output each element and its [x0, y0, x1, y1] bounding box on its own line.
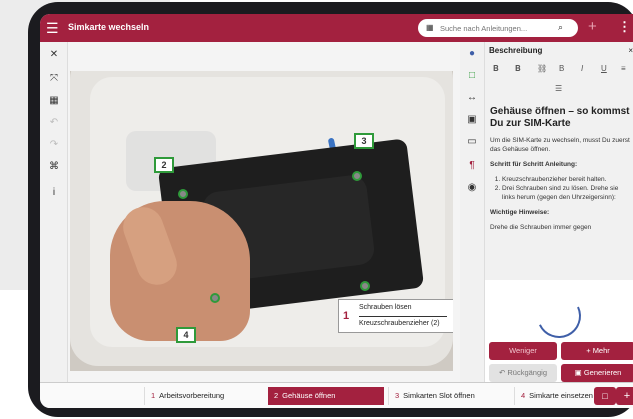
close-icon[interactable]: ✕	[40, 44, 68, 66]
screw-marker[interactable]	[352, 171, 362, 181]
more-options-icon[interactable]: ⋮	[618, 19, 631, 35]
step-tab-number: 4	[521, 391, 526, 400]
more-button[interactable]: + Mehr	[561, 342, 633, 360]
description-content[interactable]: Gehäuse öffnen – so kommst Du zur SIM-Ka…	[485, 100, 633, 280]
screw-marker[interactable]	[360, 281, 370, 291]
underline-icon[interactable]: U	[601, 64, 607, 73]
format-toolbar: 𝐁 𝐁 ⛓ B I U ≡ ☰	[485, 60, 633, 100]
description-panel: Beschreibung × 𝐁 𝐁 ⛓ B I U ≡ ☰ Gehäuse ö…	[484, 42, 633, 382]
search-icon[interactable]: ⌕	[558, 22, 563, 33]
step-tab-4[interactable]: 4 Simkarte einsetzen	[514, 387, 594, 405]
callout-label[interactable]: 4	[176, 327, 196, 343]
step-number: 1	[343, 310, 350, 322]
add-icon[interactable]: +	[588, 18, 597, 35]
undo-button[interactable]: ↶ Rückgängig	[489, 364, 557, 382]
step-tab-number: 2	[274, 391, 279, 400]
callout-label[interactable]: 2	[154, 157, 174, 173]
step-tab-number: 3	[395, 391, 400, 400]
add-step-button[interactable]: +	[616, 387, 633, 405]
step-item: Kreuzschraubenzieher bereit halten.	[502, 175, 630, 184]
square-icon[interactable]: □	[594, 387, 616, 405]
description-heading: Gehäuse öffnen – so kommst Du zur SIM-Ka…	[490, 106, 630, 129]
search-input[interactable]	[440, 21, 550, 35]
screw-marker[interactable]	[178, 189, 188, 199]
undo-icon[interactable]: ↶	[40, 112, 68, 134]
step-item: Drei Schrauben sind zu lösen. Drehe sie …	[502, 184, 630, 202]
app-screen: ☰ Simkarte wechseln ▦ ⌕ + ⋮ ✕ ⤧ ▦ ↶ ↷ ⌘ …	[40, 14, 633, 408]
strong-icon[interactable]: B	[559, 64, 564, 73]
callout-label[interactable]: 3	[354, 133, 374, 149]
width-icon[interactable]: ↔	[460, 88, 484, 108]
generate-button[interactable]: ▣ Generieren	[561, 364, 633, 382]
image-icon[interactable]: ▣	[460, 110, 484, 130]
loading-spinner	[530, 287, 588, 345]
panel-title: Beschreibung	[489, 46, 543, 55]
ordered-list-icon[interactable]: ≡	[621, 64, 626, 73]
qr-code-icon[interactable]: ▦	[426, 23, 435, 32]
step-line-2: Kreuzschraubenzieher (2)	[359, 320, 440, 327]
hint-text: Drehe die Schrauben immer gegen	[490, 224, 592, 231]
hamburger-menu-icon[interactable]: ☰	[46, 21, 60, 35]
step-line-1: Schrauben lösen	[359, 304, 412, 311]
italic-icon[interactable]: I	[581, 64, 583, 73]
step-tab-number: 1	[151, 391, 156, 400]
redo-icon[interactable]: ↷	[40, 134, 68, 156]
step-tab-label: Arbeitsvorbereitung	[159, 391, 225, 400]
bullet-list-icon[interactable]: ☰	[555, 84, 562, 93]
expand-icon[interactable]: ⤧	[40, 68, 68, 90]
search-box[interactable]: ▦ ⌕	[418, 19, 578, 37]
text-box-icon[interactable]: ▭	[460, 132, 484, 152]
link-icon[interactable]: ⛓	[537, 64, 547, 73]
step-tab-label: Simkarten Slot öffnen	[403, 391, 475, 400]
app-title: Simkarte wechseln	[68, 22, 150, 32]
steps-title: Schritt für Schritt Anleitung:	[490, 161, 578, 168]
steps-list: Kreuzschraubenzieher bereit halten. Drei…	[502, 175, 630, 202]
blue-circle-icon[interactable]: ●	[460, 44, 484, 64]
close-panel-icon[interactable]: ×	[628, 42, 633, 60]
screw-marker[interactable]	[210, 293, 220, 303]
right-icon-bar: ● □ ↔ ▣ ▭ ¶ ◉	[460, 42, 484, 382]
step-tab-1[interactable]: 1 Arbeitsvorbereitung	[144, 387, 266, 405]
bold-alt-icon[interactable]: 𝐁	[515, 64, 521, 74]
top-bar: ☰ Simkarte wechseln ▦ ⌕ + ⋮	[40, 14, 633, 42]
left-toolbar: ✕ ⤧ ▦ ↶ ↷ ⌘ i	[40, 42, 68, 382]
hints-title: Wichtige Hinweise:	[490, 209, 550, 216]
grid-icon[interactable]: ▦	[40, 90, 68, 112]
step-navigation: 1 Arbeitsvorbereitung 2 Gehäuse öffnen 3 Si…	[40, 382, 633, 408]
instruction-photo[interactable]: 2 3 4 1 Schrauben lösen Kreuzschraubenzi…	[70, 71, 453, 371]
paragraph-icon[interactable]: ¶	[460, 156, 484, 176]
undo-label: Rückgängig	[507, 368, 547, 377]
step-tab-label: Simkarte einsetzen	[529, 391, 593, 400]
info-icon[interactable]: i	[40, 182, 68, 204]
fit-icon[interactable]: ⌘	[40, 156, 68, 178]
less-button[interactable]: Weniger	[489, 342, 557, 360]
step-tab-2[interactable]: 2 Gehäuse öffnen	[268, 387, 384, 405]
step-tab-3[interactable]: 3 Simkarten Slot öffnen	[388, 387, 512, 405]
panel-header: Beschreibung ×	[485, 42, 633, 60]
step-tab-label: Gehäuse öffnen	[282, 391, 336, 400]
bold-icon[interactable]: 𝐁	[493, 64, 499, 74]
more-label: Mehr	[592, 346, 610, 355]
generate-label: Generieren	[583, 368, 622, 377]
step-annotation[interactable]: 1 Schrauben lösen Kreuzschraubenzieher (…	[338, 299, 453, 333]
step-separator	[359, 316, 447, 317]
generate-icon: ▣	[574, 368, 584, 377]
eye-icon[interactable]: ◉	[460, 178, 484, 198]
description-intro: Um die SIM-Karte zu wechseln, musst Du z…	[490, 137, 630, 153]
green-square-icon[interactable]: □	[460, 66, 484, 86]
